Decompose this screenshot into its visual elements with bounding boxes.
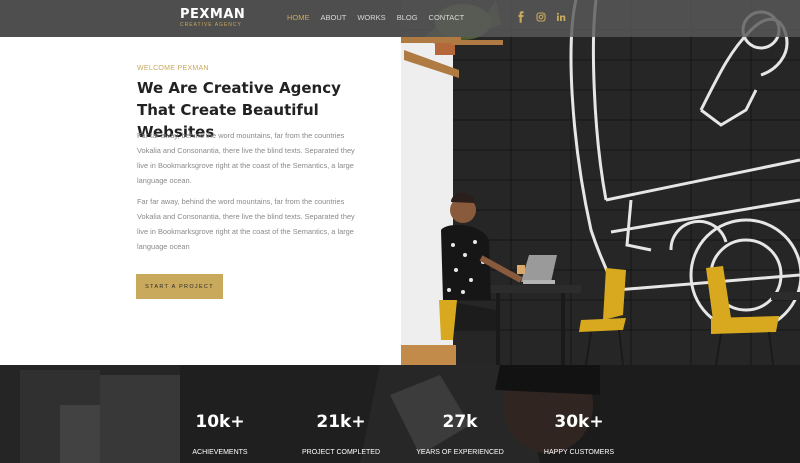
logo-subtitle: CREATIVE AGENCY xyxy=(180,22,242,28)
site-header: PEXMAN CREATIVE AGENCY HOME ABOUT WORKS … xyxy=(0,0,800,37)
stat-value: 27k xyxy=(442,412,478,432)
hero-intro: WELCOME PEXMAN We Are Creative Agency Th… xyxy=(0,37,401,365)
stat-value: 10k+ xyxy=(195,412,245,432)
start-project-button[interactable]: START A PROJECT xyxy=(136,274,223,299)
stats-section: 10k+ ACHIEVEMENTS 21k+ PROJECT COMPLETED… xyxy=(0,365,800,463)
stat-label: YEARS OF EXPERIENCED xyxy=(416,449,504,456)
instagram-icon[interactable] xyxy=(536,11,546,23)
linkedin-icon[interactable] xyxy=(556,11,566,23)
nav-about[interactable]: ABOUT xyxy=(321,13,347,23)
stats-list: 10k+ ACHIEVEMENTS 21k+ PROJECT COMPLETED… xyxy=(0,365,800,463)
hero-photo xyxy=(401,0,800,365)
social-links xyxy=(516,11,566,23)
nav-blog[interactable]: BLOG xyxy=(397,13,418,23)
main-nav: HOME ABOUT WORKS BLOG CONTACT xyxy=(287,13,475,23)
logo-title: PEXMAN xyxy=(180,7,246,22)
stat-achievements: 10k+ ACHIEVEMENTS xyxy=(160,411,280,457)
hero-paragraph-1: Far far away, behind the word mountains,… xyxy=(137,131,355,185)
nav-works[interactable]: WORKS xyxy=(357,13,385,23)
facebook-icon[interactable] xyxy=(516,11,526,23)
stat-projects-completed: 21k+ PROJECT COMPLETED xyxy=(281,411,401,457)
stat-years-experienced: 27k YEARS OF EXPERIENCED xyxy=(400,411,520,457)
nav-contact[interactable]: CONTACT xyxy=(429,13,465,23)
stat-label: PROJECT COMPLETED xyxy=(301,449,381,456)
stat-value: 30k+ xyxy=(554,412,604,432)
stat-label: ACHIEVEMENTS xyxy=(192,449,248,456)
logo[interactable]: PEXMAN CREATIVE AGENCY xyxy=(180,7,246,32)
nav-home[interactable]: HOME xyxy=(287,13,310,23)
hero-eyebrow: WELCOME PEXMAN xyxy=(137,65,209,72)
stat-label: HAPPY CUSTOMERS xyxy=(543,449,615,456)
stat-happy-customers: 30k+ HAPPY CUSTOMERS xyxy=(519,411,639,457)
stat-value: 21k+ xyxy=(316,412,366,432)
hero-paragraph-2: Far far away, behind the word mountains,… xyxy=(137,197,355,251)
